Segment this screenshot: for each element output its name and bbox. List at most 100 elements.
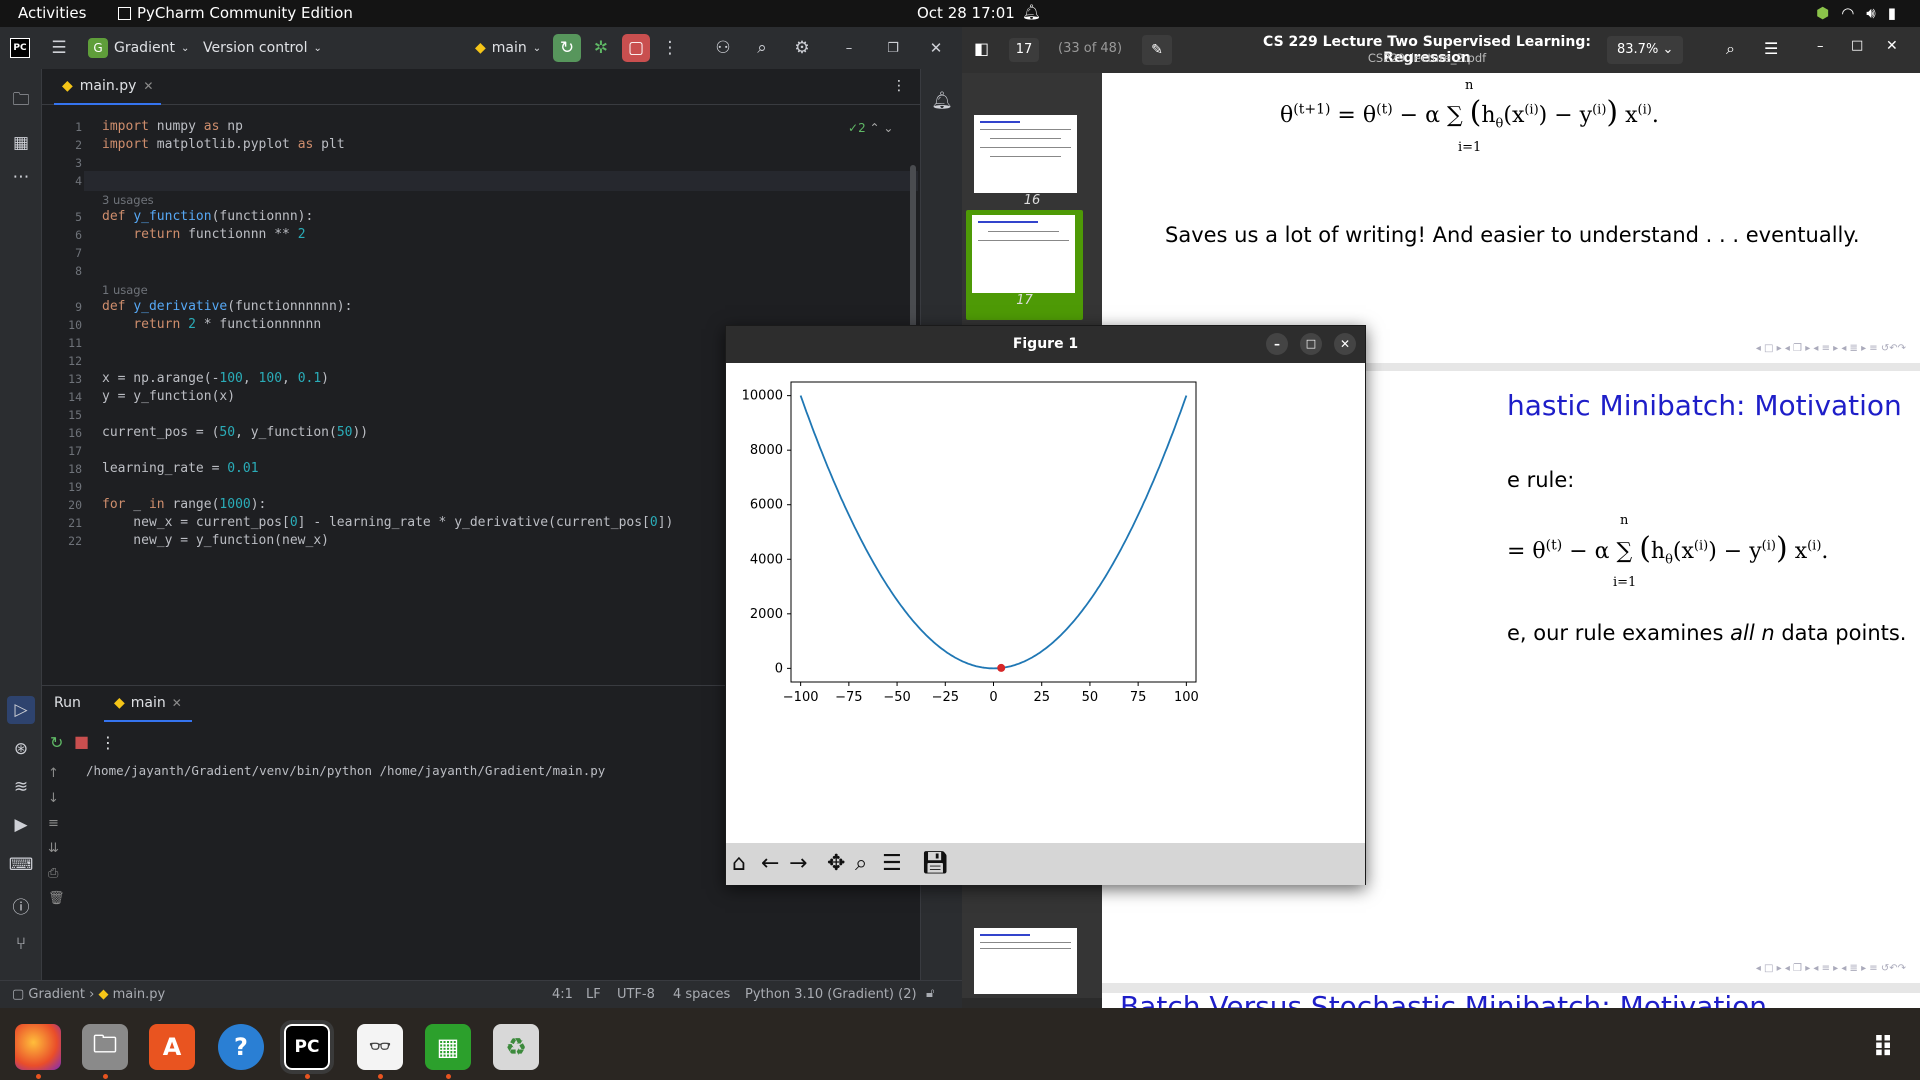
- code-line[interactable]: learning_rate = 0.01: [102, 461, 259, 476]
- beamer-nav-icons[interactable]: ◂ □ ▸ ◂ ❐ ▸ ◂ ≡ ▸ ◂ ≣ ▸ ≡ ↺↶↷: [1756, 343, 1906, 354]
- caret-position[interactable]: 4:1: [552, 987, 573, 1002]
- trash-icon[interactable]: 🗑︎: [48, 891, 65, 906]
- forward-arrow-icon[interactable]: →: [789, 851, 807, 876]
- hamburger-menu-icon[interactable]: ☰: [45, 34, 73, 62]
- print-icon[interactable]: ⎙: [48, 866, 65, 881]
- more-actions-icon[interactable]: ⋮: [656, 34, 684, 62]
- indent-setting[interactable]: 4 spaces: [673, 987, 730, 1002]
- soft-wrap-icon[interactable]: ≡: [48, 816, 65, 831]
- notifications-bell-icon[interactable]: 🔔︎: [928, 87, 956, 115]
- problems-icon[interactable]: ⓘ: [7, 891, 35, 919]
- help-icon[interactable]: ?: [218, 1024, 264, 1070]
- run-output[interactable]: /home/jayanth/Gradient/venv/bin/python /…: [86, 763, 605, 778]
- python-packages-icon[interactable]: ≋: [7, 773, 35, 801]
- files-icon[interactable]: 🗀︎: [82, 1024, 128, 1070]
- thumbnail-page-17-selected[interactable]: 17: [966, 210, 1083, 320]
- code-line[interactable]: new_x = current_pos[0] - learning_rate *…: [102, 515, 673, 530]
- add-user-icon[interactable]: ⚇: [709, 34, 737, 62]
- stop-button[interactable]: ▢: [622, 34, 650, 62]
- git-icon[interactable]: ⑂: [7, 930, 35, 958]
- close-button[interactable]: ✕: [922, 34, 950, 62]
- sidebar-toggle-icon[interactable]: ◧: [974, 39, 989, 58]
- document-viewer-icon[interactable]: 👓︎: [357, 1024, 403, 1070]
- minimize-button[interactable]: –: [1817, 39, 1824, 54]
- interpreter-selector[interactable]: Python 3.10 (Gradient) (2): [745, 987, 917, 1002]
- close-tab-icon[interactable]: ✕: [143, 79, 153, 93]
- back-arrow-icon[interactable]: ←: [761, 851, 779, 876]
- more-icon[interactable]: ⋮: [100, 733, 116, 752]
- save-icon[interactable]: 💾︎: [921, 851, 949, 876]
- annotate-icon[interactable]: ✎: [1142, 35, 1172, 65]
- show-apps-icon[interactable]: ⠿: [1860, 1024, 1906, 1070]
- line-chart[interactable]: −100 −75 −50 −25 0 25 50 75 100 0 2000 4000 6000 8000…: [726, 363, 1365, 843]
- usages-hint[interactable]: 1 usage: [102, 283, 148, 297]
- thumbnail-page-16[interactable]: [974, 115, 1077, 193]
- tab-main-py[interactable]: ◆ main.py ✕: [54, 69, 162, 105]
- vcs-menu[interactable]: Version control ⌄: [203, 35, 322, 61]
- code-line[interactable]: x = np.arange(-100, 100, 0.1): [102, 371, 329, 386]
- code-line[interactable]: new_y = y_function(new_x): [102, 533, 329, 548]
- home-icon[interactable]: ⌂: [732, 851, 746, 876]
- breadcrumb[interactable]: ▢ Gradient › ◆ main.py: [12, 987, 165, 1002]
- run-config-selector[interactable]: ◆ main ⌄: [475, 35, 541, 61]
- settings-gear-icon[interactable]: ⚙: [788, 34, 816, 62]
- lock-icon[interactable]: 🔓︎: [926, 986, 934, 1001]
- code-line[interactable]: return 2 * functionnnnnn: [102, 317, 321, 332]
- code-line[interactable]: import matplotlib.pyplot as plt: [102, 137, 345, 152]
- scroll-to-end-icon[interactable]: ⇊: [48, 841, 65, 856]
- app-center-icon[interactable]: A: [149, 1024, 195, 1070]
- activities-button[interactable]: Activities: [18, 4, 86, 22]
- code-line[interactable]: def y_derivative(functionnnnnn):: [102, 299, 352, 314]
- project-selector[interactable]: G Gradient ⌄: [88, 35, 189, 61]
- maximize-button[interactable]: □: [1851, 38, 1863, 53]
- scroll-up-icon[interactable]: ↑: [48, 766, 65, 781]
- code-line[interactable]: current_pos = (50, y_function(50)): [102, 425, 368, 440]
- beamer-nav-icons[interactable]: ◂ □ ▸ ◂ ❐ ▸ ◂ ≡ ▸ ◂ ≣ ▸ ≡ ↺↶↷: [1756, 963, 1906, 974]
- spreadsheet-icon[interactable]: ▦: [425, 1024, 471, 1070]
- project-folder-icon[interactable]: 🗀︎: [7, 87, 35, 115]
- clock[interactable]: Oct 28 17:01: [917, 4, 1015, 22]
- maximize-button[interactable]: □: [1300, 333, 1322, 355]
- code-line[interactable]: for _ in range(1000):: [102, 497, 266, 512]
- configure-subplots-icon[interactable]: ☰: [882, 851, 902, 876]
- stop-icon[interactable]: ■: [74, 732, 89, 751]
- minimize-button[interactable]: –: [835, 34, 863, 62]
- file-encoding[interactable]: UTF-8: [617, 987, 655, 1002]
- menu-icon[interactable]: ☰: [1764, 39, 1778, 58]
- restore-button[interactable]: ❐: [879, 34, 907, 62]
- tabs-menu-icon[interactable]: ⋮: [892, 78, 906, 94]
- close-tab-icon[interactable]: ✕: [172, 696, 182, 710]
- more-tools-icon[interactable]: ⋯: [7, 163, 35, 191]
- terminal-icon[interactable]: ⌨: [7, 851, 35, 879]
- search-icon[interactable]: ⌕: [748, 34, 776, 62]
- close-button[interactable]: ✕: [1334, 333, 1356, 355]
- usages-hint[interactable]: 3 usages: [102, 193, 154, 207]
- rerun-icon[interactable]: ↻: [50, 733, 63, 752]
- app-menu[interactable]: PyCharm Community Edition: [118, 4, 353, 22]
- minimize-button[interactable]: –: [1266, 333, 1288, 355]
- structure-icon[interactable]: ▦: [7, 129, 35, 157]
- firefox-icon[interactable]: [15, 1024, 61, 1070]
- page-number-field[interactable]: 17: [1009, 38, 1039, 62]
- zoom-icon[interactable]: ⌕: [855, 851, 867, 876]
- scroll-down-icon[interactable]: ↓: [48, 791, 65, 806]
- zoom-selector[interactable]: 83.7% ⌄: [1607, 36, 1684, 64]
- debug-icon[interactable]: ✲: [587, 34, 615, 62]
- code-line[interactable]: y = y_function(x): [102, 389, 235, 404]
- thumbnail-page-20[interactable]: [974, 928, 1077, 994]
- python-console-icon[interactable]: ⊛: [7, 735, 35, 763]
- tab-run-main[interactable]: ◆ main ✕: [104, 686, 192, 722]
- system-tray[interactable]: ⬢ ◠ 🔊︎ ▮: [1816, 4, 1896, 22]
- code-line[interactable]: import numpy as np: [102, 119, 243, 134]
- rerun-button[interactable]: ↻: [553, 34, 581, 62]
- pycharm-icon[interactable]: PC: [280, 1020, 334, 1074]
- trash-icon[interactable]: ♻: [493, 1024, 539, 1070]
- services-icon[interactable]: ▶: [7, 811, 35, 839]
- code-line[interactable]: def y_function(functionnn):: [102, 209, 313, 224]
- run-tool-icon[interactable]: ▷: [7, 696, 35, 724]
- inspection-widget[interactable]: ✓2 ⌃ ⌄: [848, 121, 893, 135]
- line-separator[interactable]: LF: [586, 987, 601, 1002]
- code-line[interactable]: return functionnn ** 2: [102, 227, 305, 242]
- search-icon[interactable]: ⌕: [1726, 39, 1735, 59]
- pan-icon[interactable]: ✥: [827, 851, 845, 876]
